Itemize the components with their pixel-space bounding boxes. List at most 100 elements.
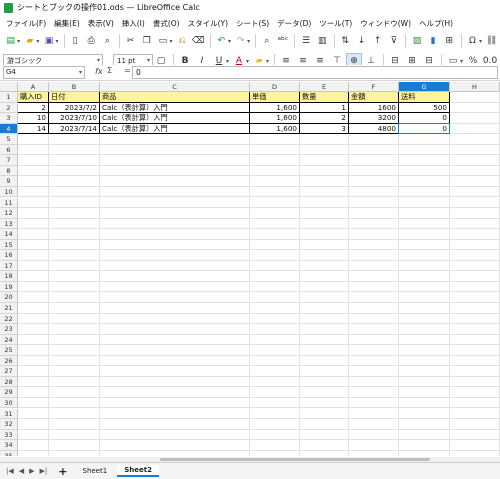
function-wizard-icon[interactable]: fx xyxy=(95,67,103,76)
row-header-19[interactable]: 19 xyxy=(0,281,18,293)
cell-g5[interactable] xyxy=(399,134,450,145)
cell-g19[interactable] xyxy=(399,281,450,293)
cell-e17[interactable] xyxy=(300,260,349,272)
cell-f33[interactable] xyxy=(349,429,399,441)
cell-d16[interactable] xyxy=(250,250,300,261)
row-header-27[interactable]: 27 xyxy=(0,366,18,377)
menu-view[interactable]: 表示(V) xyxy=(84,18,118,29)
cell-f34[interactable] xyxy=(349,440,399,451)
cell-e18[interactable] xyxy=(300,271,349,282)
clear-formatting-icon[interactable]: ⌫ xyxy=(191,33,206,49)
cell-b28[interactable] xyxy=(49,376,100,388)
font-color-dropdown-icon[interactable]: ▾ xyxy=(246,58,249,65)
row-header-20[interactable]: 20 xyxy=(0,292,18,303)
cell-g10[interactable] xyxy=(399,186,450,198)
add-sheet-icon[interactable]: + xyxy=(58,465,67,478)
row-header-8[interactable]: 8 xyxy=(0,165,18,177)
sheet-tab-sheet2[interactable]: Sheet2 xyxy=(117,465,159,477)
cell-b33[interactable] xyxy=(49,429,100,441)
menu-file[interactable]: ファイル(F) xyxy=(2,18,50,29)
cell-h16[interactable] xyxy=(450,250,500,261)
sort-icon[interactable]: ⇅ xyxy=(338,33,353,49)
column-header-b[interactable]: B xyxy=(49,82,100,92)
cell-c25[interactable] xyxy=(100,345,250,356)
row-header-1[interactable]: 1 xyxy=(0,92,18,103)
column-header-f[interactable]: F xyxy=(349,82,399,92)
cell-b25[interactable] xyxy=(49,345,100,356)
last-sheet-icon[interactable]: ▶| xyxy=(40,467,48,475)
cell-h12[interactable] xyxy=(450,208,500,219)
cell-h4[interactable] xyxy=(450,123,500,135)
cell-c3[interactable]: Calc（表計算）入門 xyxy=(100,113,250,124)
cell-b15[interactable] xyxy=(49,239,100,251)
row-header-18[interactable]: 18 xyxy=(0,271,18,282)
cell-e28[interactable] xyxy=(300,376,349,388)
menu-sheet[interactable]: シート(S) xyxy=(232,18,273,29)
cut-icon[interactable]: ✂ xyxy=(123,33,138,49)
cell-g25[interactable] xyxy=(399,345,450,356)
column-header-e[interactable]: E xyxy=(300,82,349,92)
cell-d10[interactable] xyxy=(250,186,300,198)
cell-b24[interactable] xyxy=(49,334,100,346)
cell-g31[interactable] xyxy=(399,408,450,419)
cell-e2[interactable]: 1 xyxy=(300,102,349,114)
row-header-31[interactable]: 31 xyxy=(0,408,18,419)
cell-c31[interactable] xyxy=(100,408,250,419)
cell-f14[interactable] xyxy=(349,229,399,240)
sort-ascending-icon[interactable]: ↓ xyxy=(354,33,369,49)
cell-c5[interactable] xyxy=(100,134,250,145)
cell-g2[interactable]: 500 xyxy=(399,102,450,114)
cell-e6[interactable] xyxy=(300,144,349,156)
cell-b10[interactable] xyxy=(49,186,100,198)
cell-d23[interactable] xyxy=(250,324,300,335)
cell-d11[interactable] xyxy=(250,197,300,208)
cell-b12[interactable] xyxy=(49,208,100,219)
cell-a9[interactable] xyxy=(18,176,49,187)
cell-h31[interactable] xyxy=(450,408,500,419)
row-header-9[interactable]: 9 xyxy=(0,176,18,187)
cell-h28[interactable] xyxy=(450,376,500,388)
cell-c16[interactable] xyxy=(100,250,250,261)
cell-e4[interactable]: 3 xyxy=(300,123,349,135)
cell-f16[interactable] xyxy=(349,250,399,261)
cell-h32[interactable] xyxy=(450,419,500,430)
cell-g30[interactable] xyxy=(399,397,450,409)
cell-a13[interactable] xyxy=(18,218,49,230)
cell-f27[interactable] xyxy=(349,366,399,377)
cell-d34[interactable] xyxy=(250,440,300,451)
cell-g33[interactable] xyxy=(399,429,450,441)
row-header-4[interactable]: 4 xyxy=(0,123,18,135)
cell-a6[interactable] xyxy=(18,144,49,156)
cell-c6[interactable] xyxy=(100,144,250,156)
cell-b5[interactable] xyxy=(49,134,100,145)
special-character-dropdown-icon[interactable]: ▾ xyxy=(479,38,482,45)
cell-e25[interactable] xyxy=(300,345,349,356)
cell-e34[interactable] xyxy=(300,440,349,451)
cell-d28[interactable] xyxy=(250,376,300,388)
cell-h7[interactable] xyxy=(450,155,500,166)
row-header-15[interactable]: 15 xyxy=(0,239,18,251)
cell-d5[interactable] xyxy=(250,134,300,145)
cell-h35[interactable] xyxy=(450,450,500,456)
row-header-26[interactable]: 26 xyxy=(0,355,18,367)
cell-d30[interactable] xyxy=(250,397,300,409)
cell-h19[interactable] xyxy=(450,281,500,293)
cell-e12[interactable] xyxy=(300,208,349,219)
cell-h25[interactable] xyxy=(450,345,500,356)
cell-g20[interactable] xyxy=(399,292,450,303)
row-header-7[interactable]: 7 xyxy=(0,155,18,166)
cell-b22[interactable] xyxy=(49,313,100,325)
new-dropdown-icon[interactable]: ▾ xyxy=(17,38,20,45)
cell-d21[interactable] xyxy=(250,303,300,314)
cell-g6[interactable] xyxy=(399,144,450,156)
cell-a34[interactable] xyxy=(18,440,49,451)
cell-f35[interactable] xyxy=(349,450,399,456)
cell-b1[interactable]: 日付 xyxy=(49,92,100,103)
underline-dropdown-icon[interactable]: ▾ xyxy=(226,58,229,65)
row-header-23[interactable]: 23 xyxy=(0,324,18,335)
menu-data[interactable]: データ(D) xyxy=(273,18,315,29)
cell-h1[interactable] xyxy=(450,92,500,103)
cell-f4[interactable]: 4800 xyxy=(349,123,399,135)
cell-h2[interactable] xyxy=(450,102,500,114)
print-icon[interactable]: ⎙ xyxy=(84,33,99,49)
